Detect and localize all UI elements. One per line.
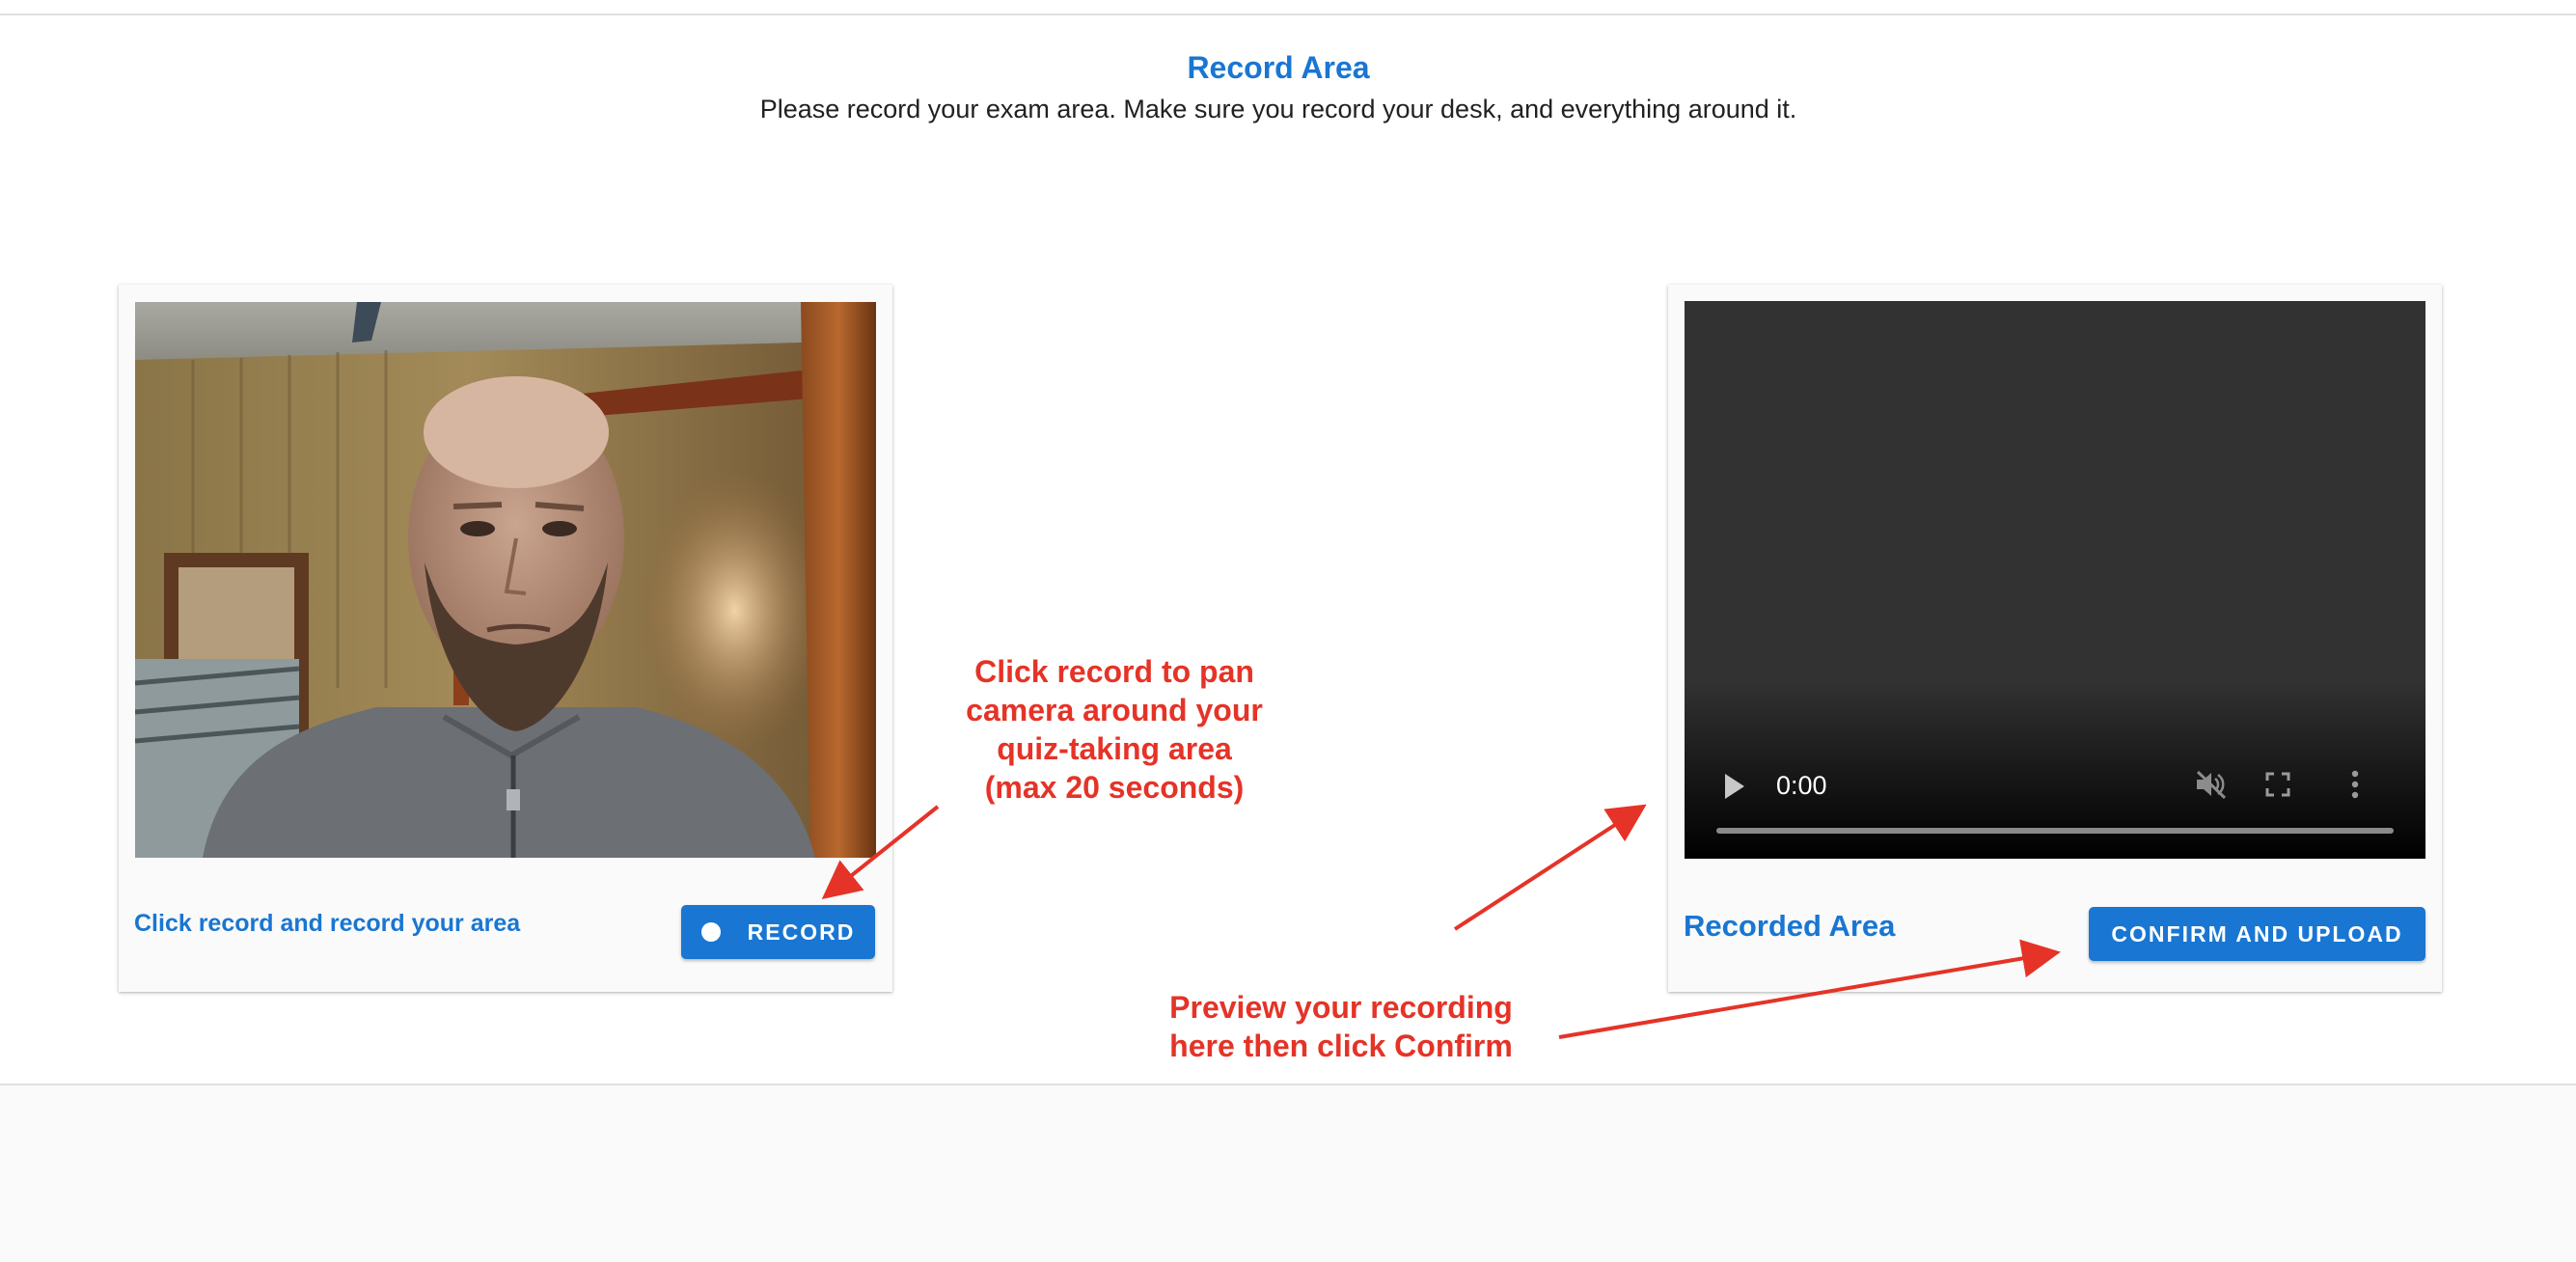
webcam-image	[135, 302, 876, 858]
recorded-area-label: Recorded Area	[1684, 909, 1896, 943]
record-dot-icon	[700, 922, 721, 942]
video-progress-bar[interactable]	[1716, 828, 2394, 834]
record-hint-line: (max 20 seconds)	[984, 770, 1245, 805]
record-area-page: Record Area Please record your exam area…	[0, 0, 2576, 1262]
record-hint-line: Click record to pan	[974, 654, 1254, 689]
confirm-and-upload-button[interactable]: CONFIRM AND UPLOAD	[2089, 907, 2425, 961]
record-button[interactable]: RECORD	[681, 905, 875, 959]
confirm-button-label: CONFIRM AND UPLOAD	[2111, 920, 2403, 946]
fullscreen-icon[interactable]	[2264, 771, 2291, 798]
record-instruction-label: Click record and record your area	[134, 910, 521, 937]
webcam-preview	[135, 302, 876, 858]
play-icon[interactable]	[1725, 774, 1744, 799]
record-button-label: RECORD	[747, 919, 856, 945]
preview-hint-line: here then click Confirm	[1169, 1029, 1513, 1063]
recorded-video-player[interactable]: 0:00	[1685, 301, 2425, 859]
page-title: Record Area	[1187, 50, 1370, 85]
record-hint-annotation: Click record to pan camera around your q…	[945, 652, 1283, 807]
record-hint-line: quiz-taking area	[997, 731, 1232, 766]
arrow-to-video-icon	[1453, 804, 1647, 931]
recorded-card: 0:00 Recorded Area CONFIRM AND UPLOAD	[1668, 285, 2442, 992]
header: Record Area Please record your exam area…	[0, 46, 2557, 127]
more-vert-icon[interactable]	[2350, 769, 2360, 800]
video-time: 0:00	[1776, 771, 1827, 800]
preview-hint-line: Preview your recording	[1169, 990, 1513, 1025]
page-subtitle: Please record your exam area. Make sure …	[759, 95, 1797, 123]
volume-off-icon[interactable]	[2195, 770, 2228, 799]
top-divider	[0, 14, 2576, 15]
record-hint-line: camera around your	[966, 693, 1263, 727]
footer	[0, 1085, 2576, 1262]
webcam-card: Click record and record your area RECORD	[119, 285, 892, 992]
preview-hint-annotation: Preview your recording here then click C…	[1148, 988, 1534, 1065]
